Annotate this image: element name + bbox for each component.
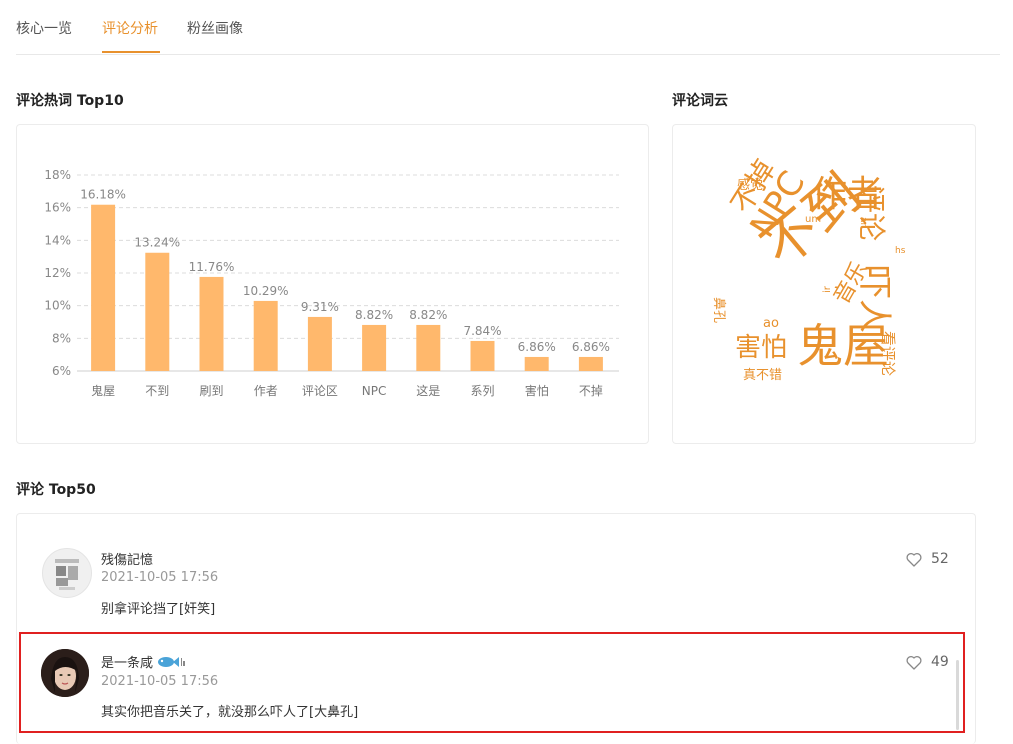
x-tick-label: 不掉	[579, 384, 603, 398]
x-tick-label: 害怕	[525, 383, 549, 398]
data-label: 11.76%	[189, 260, 235, 274]
y-tick-label: 8%	[52, 331, 71, 345]
y-tick-label: 12%	[44, 266, 71, 280]
comment-author[interactable]: 残傷記憶	[101, 549, 153, 568]
wordcloud-card: 感觉 不掉 NPC 作者 评论 um an 不到 hs 吓人 鼻孔 ir 音乐 ao 害怕 鬼屋 看评论 真不错	[672, 124, 976, 444]
data-label: 10.29%	[243, 284, 289, 298]
y-tick-label: 10%	[44, 299, 71, 313]
like-count: 52	[931, 551, 949, 567]
x-tick-label: 刷到	[199, 384, 223, 398]
active-tab-indicator	[102, 51, 160, 53]
tab-overview[interactable]: 核心一览	[16, 18, 72, 38]
bar[interactable]	[199, 276, 224, 371]
bar[interactable]	[91, 204, 116, 371]
x-tick-label: 鬼屋	[91, 383, 115, 398]
bar[interactable]	[524, 356, 549, 371]
data-label: 7.84%	[463, 324, 501, 338]
cloud-word: 鼻孔	[711, 297, 726, 324]
x-tick-label: 不到	[145, 384, 169, 398]
data-label: 6.86%	[518, 340, 556, 354]
y-tick-label: 18%	[44, 168, 71, 182]
tab-fan-profile[interactable]: 粉丝画像	[187, 18, 243, 38]
tab-bar: 核心一览 评论分析 粉丝画像	[16, 0, 1000, 55]
hotwords-title: 评论热词 Top10	[16, 93, 124, 109]
tab-comment-analysis[interactable]: 评论分析	[102, 18, 158, 38]
x-tick-label: 评论区	[302, 384, 338, 398]
bar[interactable]	[307, 316, 332, 371]
bar[interactable]	[578, 356, 603, 371]
bar[interactable]	[416, 324, 441, 371]
y-tick-label: 6%	[52, 364, 71, 378]
y-tick-label: 16%	[44, 201, 71, 215]
comment-time: 2021-10-05 17:56	[101, 570, 219, 585]
cloud-word: 真不错	[743, 368, 783, 383]
wordcloud: 感觉 不掉 NPC 作者 评论 um an 不到 hs 吓人 鼻孔 ir 音乐 ao 害怕 鬼屋 看评论 真不错	[673, 125, 975, 443]
data-label: 13.24%	[134, 236, 180, 250]
wordcloud-title: 评论词云	[672, 93, 728, 109]
avatar-image	[55, 559, 79, 590]
bar[interactable]	[470, 340, 495, 371]
data-label: 6.86%	[572, 340, 610, 354]
cloud-word: 看评论	[879, 331, 897, 377]
bar[interactable]	[253, 300, 278, 371]
cloud-word: ao	[763, 316, 779, 331]
hotwords-bar-chart: 6% 8% 10% 12% 14% 16% 18% 16.18% 鬼屋 13.24% 不到 11.76…	[44, 168, 619, 398]
cloud-word: 害怕	[735, 333, 788, 363]
x-tick-label: 作者	[254, 384, 278, 398]
data-label: 9.31%	[301, 300, 339, 314]
comment-item: 残傷記憶 2021-10-05 17:56 别拿评论挡了[奸笑] 52	[17, 514, 975, 624]
bar[interactable]	[145, 252, 170, 371]
data-label: 16.18%	[80, 188, 126, 202]
y-tick-label: 14%	[44, 233, 71, 247]
x-tick-label: 系列	[470, 384, 494, 398]
heart-icon[interactable]	[906, 552, 922, 567]
data-label: 8.82%	[409, 308, 447, 322]
bar[interactable]	[362, 324, 387, 371]
hotwords-chart-card: 6% 8% 10% 12% 14% 16% 18% 16.18% 鬼屋 13.24% 不到 11.76…	[16, 124, 649, 444]
x-tick-label: NPC	[362, 384, 387, 398]
data-label: 8.82%	[355, 308, 393, 322]
highlight-box	[19, 632, 965, 733]
cloud-word: hs	[895, 246, 906, 256]
comments-title: 评论 Top50	[16, 482, 96, 498]
comment-text: 别拿评论挡了[奸笑]	[101, 602, 216, 617]
cloud-word: 鬼屋	[797, 319, 889, 373]
avatar[interactable]	[42, 548, 92, 598]
x-tick-label: 这是	[416, 383, 440, 398]
